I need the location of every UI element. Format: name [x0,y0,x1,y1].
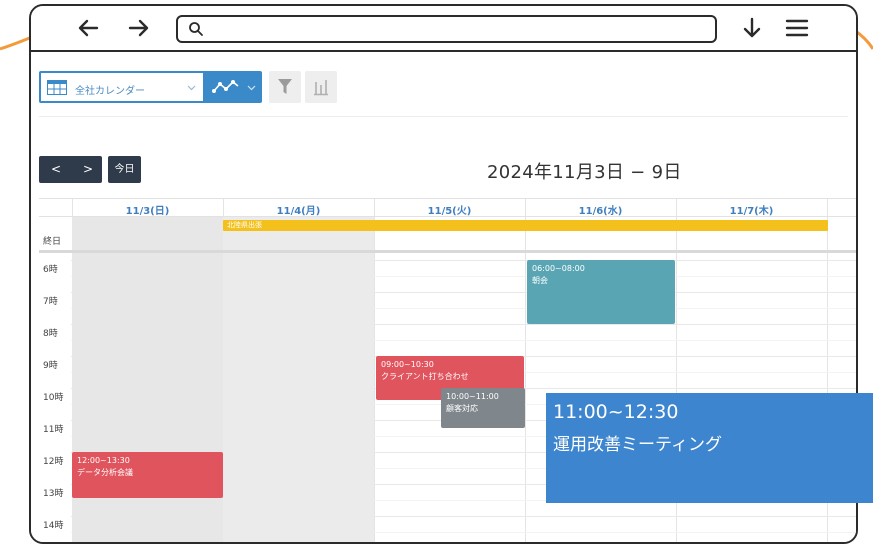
bar-chart-icon [314,80,328,96]
hour-label: 6時 [43,265,58,275]
filter-icon [278,79,292,94]
hour-label: 13時 [43,489,64,499]
day-header[interactable]: 11/7(木) [676,202,827,217]
filter-button[interactable] [269,71,301,103]
week-range-title: 2024年11月3日 − 9日 [487,162,682,183]
hour-label: 12時 [43,457,64,467]
allday-label: 終日 [43,237,62,247]
hour-label: 9時 [43,361,58,371]
popup-time: 11:00~12:30 [553,401,679,423]
calendar-select[interactable]: 全社カレンダー [39,71,205,103]
weekend-shade-mon [223,216,374,542]
address-input[interactable] [210,19,710,39]
hamburger-menu-icon[interactable] [783,14,811,42]
event-time: 10:00~11:00 [446,392,499,401]
event-customer-support[interactable]: 10:00~11:00 顧客対応 [441,388,525,428]
event-title: 顧客対応 [446,404,478,413]
timeline-view-icon [212,80,239,93]
hour-label: 14時 [43,521,64,531]
day-header[interactable]: 11/6(水) [525,202,676,217]
calendar-select-label: 全社カレンダー [75,86,145,97]
event-time: 12:00~13:30 [77,456,130,465]
header-bottom-line [39,216,856,217]
address-bar[interactable] [176,15,717,43]
chart-button[interactable] [305,71,337,103]
day-header[interactable]: 11/3(日) [72,202,223,217]
event-data-analysis[interactable]: 12:00~13:30 データ分析会議 [72,452,223,498]
next-week-button[interactable]: > [83,162,93,176]
search-icon [189,22,203,36]
allday-separator [39,250,856,253]
today-button[interactable]: 今日 [108,156,141,183]
hour-label: 8時 [43,329,58,339]
view-select[interactable] [205,71,262,103]
prev-week-button[interactable]: < [51,162,61,176]
hour-label: 7時 [43,297,58,307]
event-title: 朝会 [532,276,548,285]
download-icon[interactable] [738,14,766,42]
chevron-down-icon [247,85,256,91]
event-title: クライアント打ち合わせ [381,372,469,381]
week-pager: < > [39,156,102,183]
event-title: データ分析会議 [77,468,133,477]
arrow-left-icon[interactable] [75,14,103,42]
event-morning-meeting[interactable]: 06:00~08:00 朝会 [527,260,675,324]
event-time: 06:00~08:00 [532,264,585,273]
toolbar-divider [39,116,848,117]
hour-label: 11時 [43,425,64,435]
grid-top-line [39,198,856,199]
chevron-down-icon [187,85,196,91]
hour-label: 10時 [43,393,64,403]
calendar-grid-icon [47,80,67,95]
browser-toolbar [31,6,856,52]
day-header[interactable]: 11/4(月) [223,202,374,217]
arrow-right-icon[interactable] [124,14,152,42]
event-detail-popup[interactable]: 11:00~12:30 運用改善ミーティング [546,393,873,503]
allday-event[interactable]: 北陸県出張 [223,220,828,231]
day-header[interactable]: 11/5(火) [374,202,525,217]
popup-title: 運用改善ミーティング [553,435,722,455]
event-time: 09:00~10:30 [381,360,434,369]
